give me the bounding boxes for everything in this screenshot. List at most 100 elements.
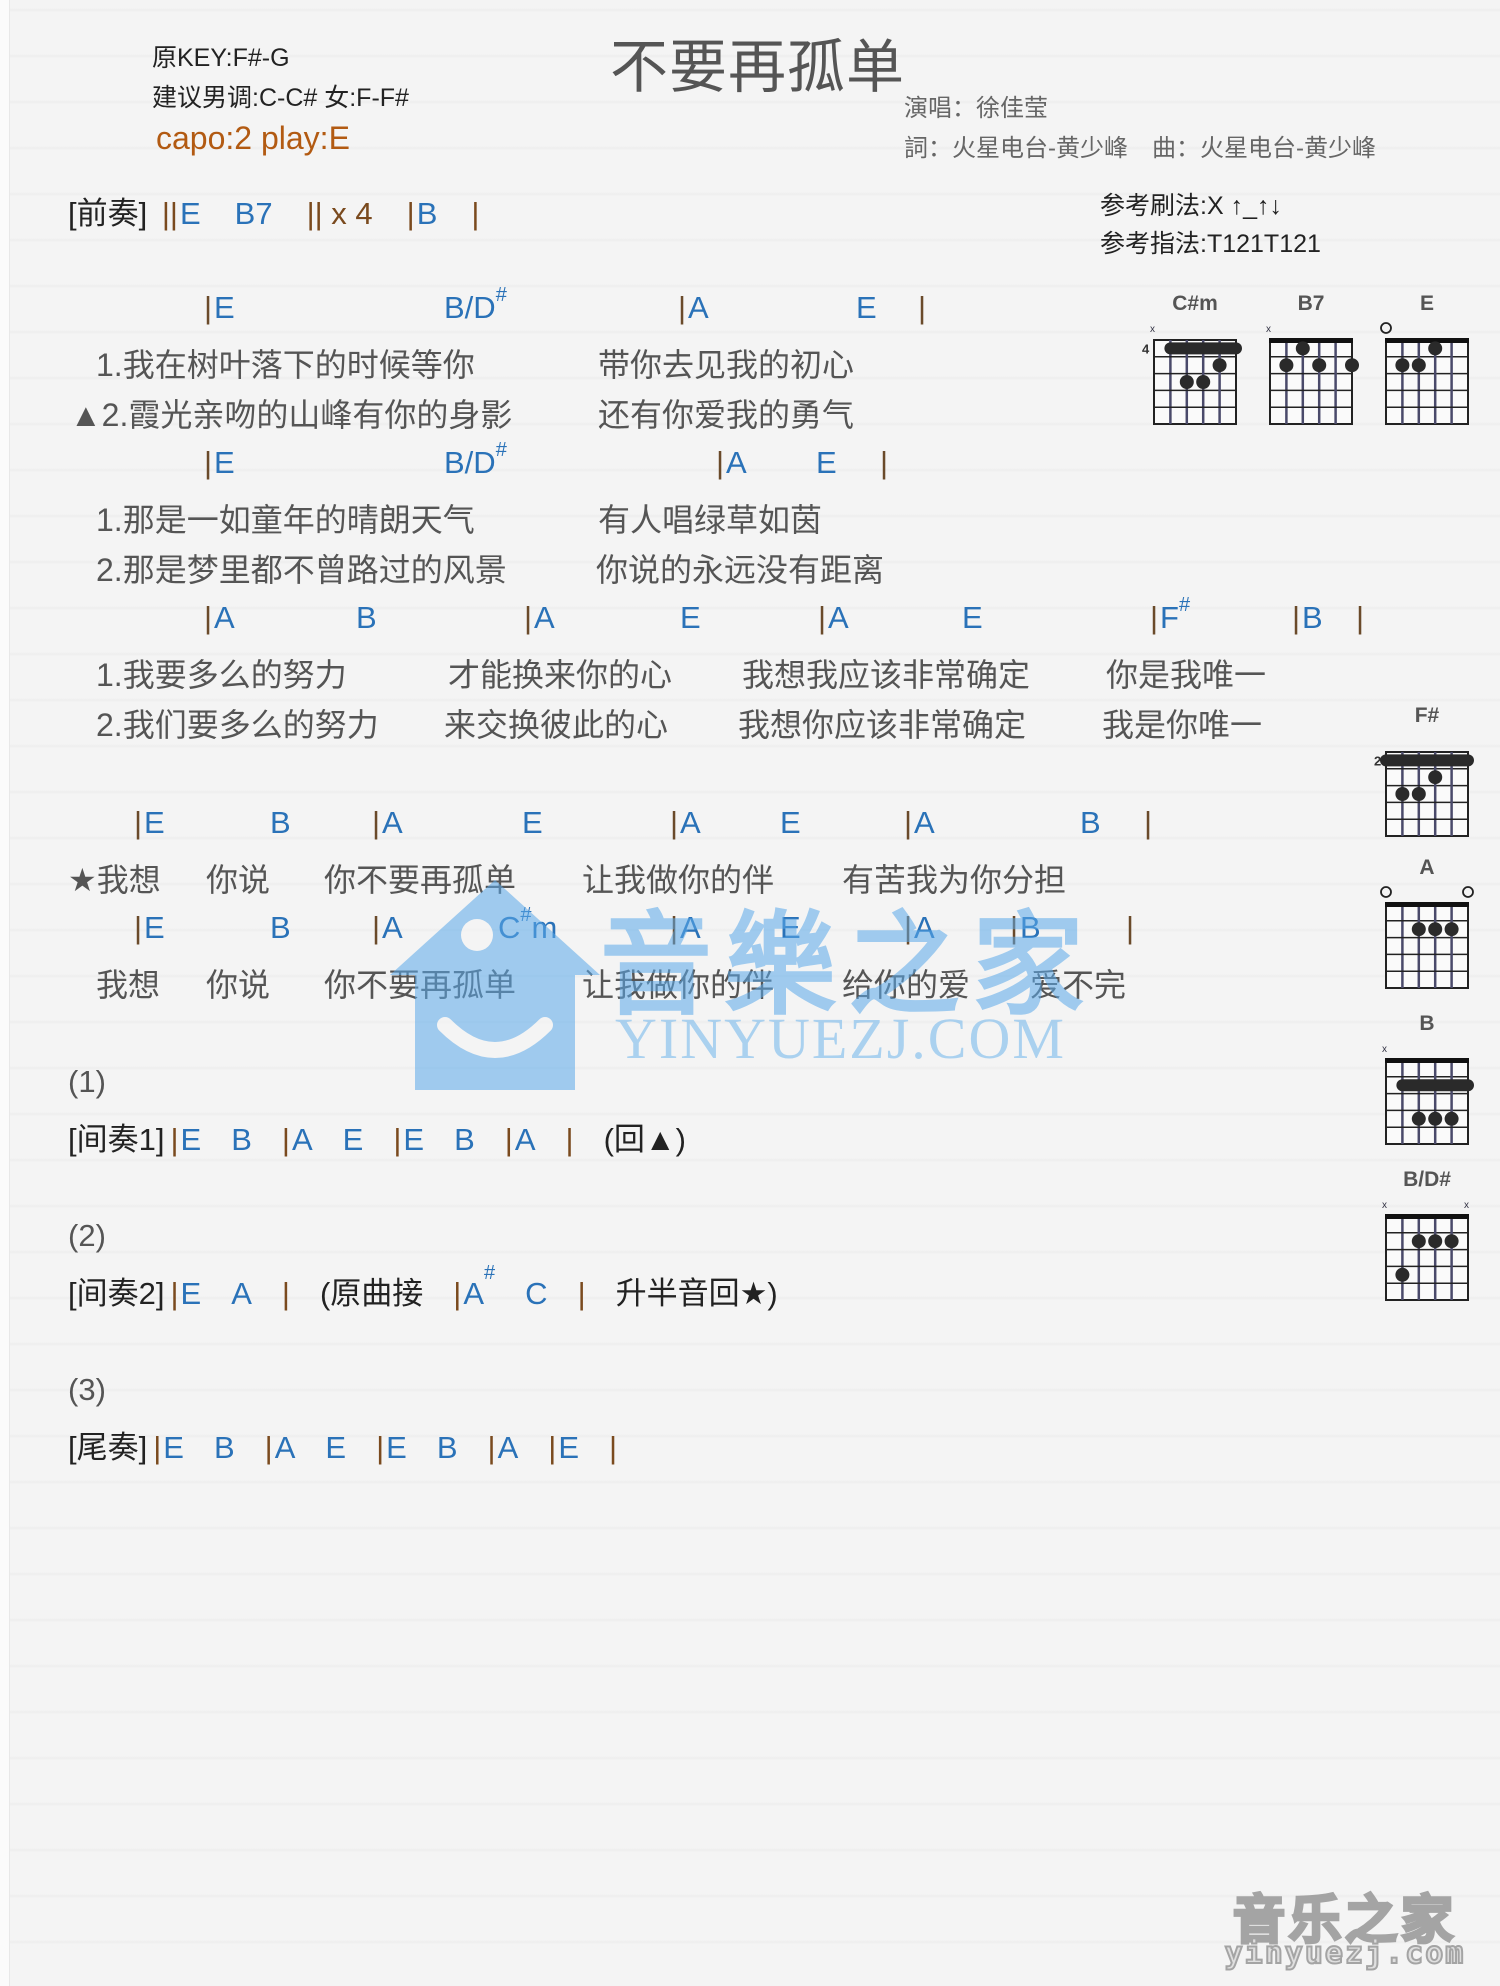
bar-line: | — [548, 1430, 557, 1465]
chord-diagram: E — [1366, 292, 1488, 444]
chord-symbol: B — [436, 1430, 458, 1465]
lyric-phrase: 2.那是梦里都不曾路过的风景 — [96, 552, 507, 588]
barre — [1164, 342, 1242, 355]
bar-line: | — [264, 1430, 273, 1465]
chord-symbol: B — [356, 600, 377, 635]
chord-symbol: E — [144, 910, 165, 945]
finger-dot — [1395, 1267, 1410, 1282]
finger-dot — [1395, 358, 1410, 373]
bar-line: | — [487, 1430, 496, 1465]
chord-symbol: A — [497, 1430, 519, 1465]
sharp-sign: # — [520, 904, 532, 926]
logo-en: yinyuezj.com — [1224, 1935, 1466, 1972]
finger-dot — [1444, 1234, 1459, 1249]
lyric-phrase: 1.我要多么的努力 — [96, 657, 347, 693]
bar-line: | — [818, 600, 827, 635]
chord-row: | E B | A E | A E | A B | — [0, 805, 1400, 845]
finger-dot — [1279, 358, 1294, 373]
finger-dot — [1411, 787, 1426, 801]
lyric-phrase: 让我做你的伴 — [582, 967, 775, 1003]
lyric-phrase: 有人唱绿草如茵 — [598, 502, 823, 538]
bar-line: | — [170, 1122, 179, 1157]
bar-line: | — [716, 445, 725, 480]
fretboard — [1385, 1215, 1469, 1301]
chord-symbol: A — [291, 1122, 313, 1157]
open-string-marker — [1380, 886, 1392, 898]
bar-line: | — [904, 910, 913, 945]
bar-line: | — [1144, 805, 1153, 840]
chord-row: | A B | A E | A E | F# | B | — [0, 594, 1400, 640]
bar-line: | — [678, 290, 687, 325]
chord-diagram-name: F# — [1414, 704, 1440, 727]
bar-line: | — [471, 196, 480, 231]
chord-symbol: A — [514, 1122, 536, 1157]
strum-pattern: 参考刷法:X ↑_↑↓ — [1100, 192, 1282, 220]
section-number: (3) — [68, 1372, 106, 1407]
bar-line: | — [134, 910, 143, 945]
nut — [1385, 1058, 1469, 1063]
section-number: (1) — [68, 1064, 106, 1099]
original-key: 原KEY:F#-G — [152, 44, 290, 72]
finger-dot — [1444, 922, 1459, 937]
muted-string-marker: x — [1266, 324, 1271, 335]
bar-line: | — [281, 1276, 290, 1311]
chord-diagram-name: B/D# — [1403, 1168, 1451, 1191]
chord-symbol: A — [680, 910, 701, 945]
bar-line: | — [1010, 910, 1019, 945]
chord-symbol: A — [914, 805, 935, 840]
lyric-phrase: 爱不完 — [1030, 967, 1127, 1003]
chord-symbol: E — [522, 805, 543, 840]
lyric-phrase: 2.我们要多么的努力 — [96, 707, 379, 743]
chord-symbol: B — [1080, 805, 1101, 840]
chord-symbol: B — [270, 805, 291, 840]
chord-symbol: A — [680, 805, 701, 840]
chord-symbol: E — [180, 1276, 202, 1311]
lyric-phrase: 让我做你的伴 — [582, 862, 775, 898]
bar-line: | — [1356, 600, 1365, 635]
chord-diagram: Bx — [1366, 1012, 1488, 1164]
prelude-label: [前奏] — [68, 196, 148, 231]
finger-dot — [1411, 1234, 1426, 1249]
fretboard-grid: x — [1382, 1044, 1474, 1145]
sharp-sign: # — [1178, 594, 1191, 616]
bar-line: || x 4 — [306, 196, 373, 231]
chord-symbol: A — [274, 1430, 296, 1465]
lyric-phrase: 我是你唯一 — [1102, 707, 1263, 743]
bar-line: | — [524, 600, 533, 635]
chord-symbol: A — [214, 600, 235, 635]
chord-symbol: B — [1020, 910, 1041, 945]
chord-symbol: B — [1302, 600, 1323, 635]
bar-line: | — [1292, 600, 1301, 635]
fretboard-grid: 2 — [1374, 751, 1474, 837]
barre — [1396, 1079, 1474, 1092]
chord-symbol: E — [144, 805, 165, 840]
finger-dot — [1428, 1234, 1443, 1249]
finger-dot — [1295, 341, 1310, 356]
bar-line: | — [504, 1122, 513, 1157]
bar-line: | — [880, 445, 889, 480]
chord-diagram: B7 x — [1250, 292, 1372, 444]
lyric-phrase: 你是我唯一 — [1106, 657, 1267, 693]
chord-symbol: B — [270, 910, 291, 945]
chord-symbol: C#m — [498, 904, 558, 945]
chord-symbol: E — [325, 1430, 347, 1465]
chord-symbol: E — [179, 196, 201, 231]
interlude-label: [尾奏] — [68, 1430, 148, 1465]
lyric-phrase: 1.那是一如童年的晴朗天气 — [96, 502, 475, 538]
chord-diagram-name: C#m — [1172, 292, 1218, 315]
bar-line: | — [372, 805, 381, 840]
prelude-line: [前奏] ||E B7 || x 4 |B | — [68, 188, 479, 233]
bar-line: | — [204, 290, 213, 325]
interlude-line: [间奏1] |E B |A E |E B |A | (回▲) — [68, 1114, 686, 1159]
finger-dot — [1395, 787, 1410, 801]
instruction-text: (原曲接 — [319, 1276, 424, 1311]
open-string-marker — [1380, 322, 1392, 334]
finger-pattern: 参考指法:T121T121 — [1100, 230, 1321, 258]
sharp-sign: # — [495, 284, 507, 306]
lyric-phrase: 有苦我为你分担 — [842, 862, 1067, 898]
chord-diagram-name: B — [1419, 1012, 1435, 1035]
chord-diagram: A — [1366, 856, 1488, 1008]
finger-dot — [1312, 358, 1327, 373]
lyric-phrase: 来交换彼此的心 — [444, 707, 669, 743]
chord-diagram-name: A — [1419, 856, 1435, 879]
